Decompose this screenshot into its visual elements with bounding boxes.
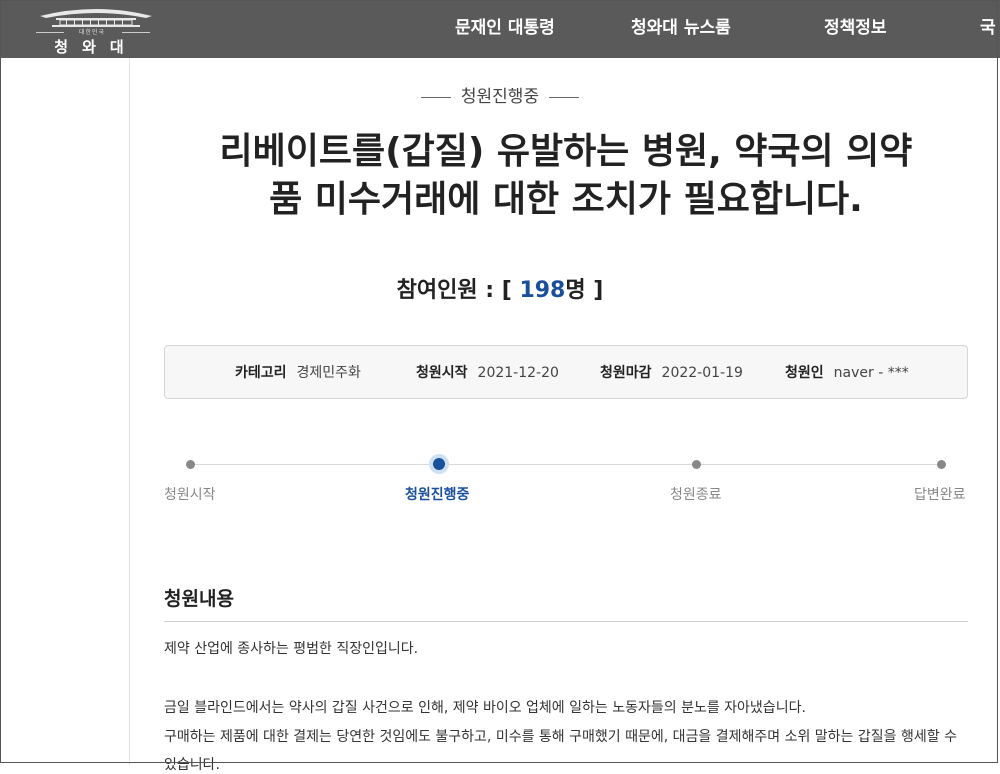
step-dot-in-progress <box>433 458 445 470</box>
step-label-closed: 청원종료 <box>670 487 722 503</box>
step-dot-closed <box>692 460 701 469</box>
nav-item-policy[interactable]: 정책정보 <box>824 0 887 58</box>
info-category: 카테고리 경제민주화 <box>235 365 361 381</box>
petition-title-line-1: 리베이트를(갑질) 유발하는 병원, 약국의 의약 <box>219 131 913 172</box>
content-paragraph-2: 금일 블라인드에서는 약사의 갑질 사건으로 인해, 제약 바이오 업체에 일하… <box>164 700 806 716</box>
blue-house-roof-icon <box>40 9 152 27</box>
step-label-start: 청원시작 <box>164 487 216 503</box>
info-end-date: 청원마감 2022-01-19 <box>600 365 743 381</box>
content-paragraph-4: 있습니다. <box>164 757 220 773</box>
petition-info-box: 카테고리 경제민주화 청원시작 2021-12-20 청원마감 2022-01-19 … <box>164 345 968 399</box>
nav-item-newsroom[interactable]: 청와대 뉴스룸 <box>631 0 731 58</box>
petition-title-line-2: 품 미수거래에 대한 조치가 필요합니다. <box>269 179 863 220</box>
petition-status: 청원진행중 <box>0 82 1000 107</box>
nav-item-president[interactable]: 문재인 대통령 <box>455 0 555 58</box>
top-navigation-bar: 대한민국 청와대 문재인 대통령 청와대 뉴스룸 정책정보 국 <box>0 0 1000 58</box>
participant-count: 참여인원 : [ 198명 ] <box>0 272 1000 304</box>
petition-content-heading: 청원내용 <box>164 588 234 610</box>
info-start-date: 청원시작 2021-12-20 <box>416 365 559 381</box>
info-author: 청원인 naver - *** <box>785 365 909 381</box>
participants-label: 참여인원 : [ <box>396 278 520 303</box>
logo-subtitle: 대한민국 <box>78 29 106 36</box>
step-label-in-progress: 청원진행중 <box>405 487 470 503</box>
cheongwadae-logo[interactable]: 대한민국 청와대 <box>30 2 158 56</box>
participants-number: 198 <box>519 278 566 303</box>
progress-track <box>190 464 941 465</box>
petition-title: 리베이트를(갑질) 유발하는 병원, 약국의 의약 품 미수거래에 대한 조치가… <box>166 128 966 224</box>
step-dot-answered <box>937 460 946 469</box>
content-paragraph-1: 제약 산업에 종사하는 평범한 직장인입니다. <box>164 641 419 657</box>
content-paragraph-3: 구매하는 제품에 대한 결제는 당연한 것임에도 불구하고, 미수를 통해 구매… <box>164 729 957 745</box>
step-dot-start <box>186 460 195 469</box>
nav-item-truncated[interactable]: 국 <box>980 0 996 58</box>
content-divider <box>164 621 968 622</box>
logo-name: 청와대 <box>54 38 138 56</box>
petition-status-text: 청원진행중 <box>460 87 540 107</box>
participants-suffix: 명 ] <box>565 278 604 303</box>
step-label-answered: 답변완료 <box>914 487 966 503</box>
left-gutter-divider <box>129 58 130 765</box>
